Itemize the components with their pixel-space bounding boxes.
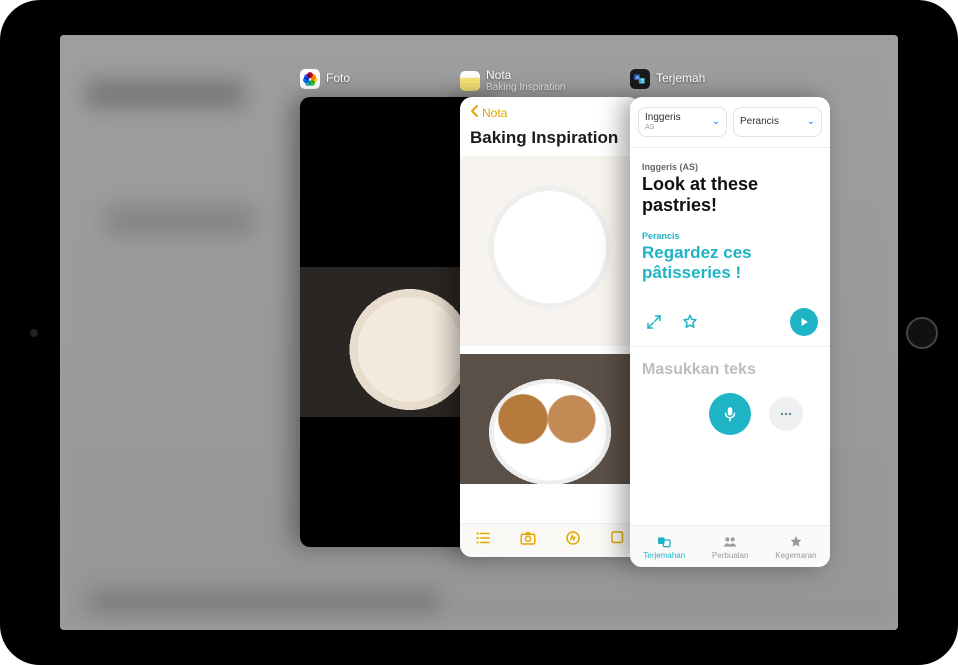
target-text: Regardez ces pâtisseries ! xyxy=(642,243,818,282)
mic-row xyxy=(630,387,830,445)
target-lang-label: Perancis xyxy=(642,231,818,241)
translate-app-icon: A文 xyxy=(630,69,650,89)
tab-translate[interactable]: Terjemahan xyxy=(643,534,685,560)
chevron-down-icon: ⌄ xyxy=(807,116,815,127)
translation-actions xyxy=(630,284,830,346)
translate-tab-bar: Terjemahan Perbualan Kegemaran xyxy=(630,525,830,567)
note-title: Baking Inspiration xyxy=(460,128,640,156)
photos-app-icon xyxy=(300,69,320,89)
notes-app-icon xyxy=(460,71,480,91)
notes-nav-bar: Nota xyxy=(460,97,640,128)
home-button[interactable] xyxy=(906,317,938,349)
language-to-label: Perancis xyxy=(740,117,779,128)
svg-text:文: 文 xyxy=(641,78,646,84)
input-placeholder: Masukkan teks xyxy=(642,361,756,378)
compose-icon[interactable] xyxy=(609,529,627,552)
tab-favorites[interactable]: Kegemaran xyxy=(775,534,816,560)
app-header-notes[interactable]: Nota Baking Inspiration xyxy=(460,69,566,93)
app-title-translate: Terjemah xyxy=(656,72,705,85)
source-lang-label: Inggeris (AS) xyxy=(642,162,818,172)
chevron-down-icon: ⌄ xyxy=(712,116,720,127)
app-subtitle-notes: Baking Inspiration xyxy=(486,82,566,93)
app-header-translate[interactable]: A文 Terjemah xyxy=(630,69,705,89)
front-camera xyxy=(30,329,38,337)
app-title-photos: Foto xyxy=(326,72,350,85)
app-header-photos[interactable]: Foto xyxy=(300,69,350,89)
source-block: Inggeris (AS) Look at these pastries! xyxy=(630,148,830,217)
ipad-frame: Foto Nota Baking Inspiration A文 Terjemah xyxy=(0,0,958,665)
checklist-icon[interactable] xyxy=(474,529,492,552)
note-image-pastries[interactable] xyxy=(460,156,640,346)
favorite-star-icon[interactable] xyxy=(678,310,702,334)
svg-text:A: A xyxy=(636,75,639,80)
tab-conversation-label: Perbualan xyxy=(712,551,748,560)
source-text[interactable]: Look at these pastries! xyxy=(642,174,818,215)
back-chevron-icon[interactable] xyxy=(470,105,480,120)
app-card-translate[interactable]: Inggeris AS ⌄ Perancis ⌄ Inggeris (AS xyxy=(630,97,830,567)
language-from-label: Inggeris xyxy=(645,113,681,124)
play-audio-button[interactable] xyxy=(790,308,818,336)
tab-favorites-label: Kegemaran xyxy=(775,551,816,560)
language-selector-row: Inggeris AS ⌄ Perancis ⌄ xyxy=(630,97,830,147)
note-image-bread[interactable] xyxy=(460,354,640,484)
translate-input[interactable]: Masukkan teks xyxy=(630,347,830,387)
camera-icon[interactable] xyxy=(519,529,537,552)
more-button[interactable] xyxy=(769,397,803,431)
language-from-region: AS xyxy=(645,124,681,131)
notes-toolbar xyxy=(460,523,640,557)
app-card-notes[interactable]: Nota Baking Inspiration xyxy=(460,97,640,557)
language-from-selector[interactable]: Inggeris AS ⌄ xyxy=(638,107,727,137)
screen: Foto Nota Baking Inspiration A文 Terjemah xyxy=(60,35,898,630)
notes-back-label[interactable]: Nota xyxy=(482,106,507,120)
tab-conversation[interactable]: Perbualan xyxy=(712,534,748,560)
language-to-selector[interactable]: Perancis ⌄ xyxy=(733,107,822,137)
markup-icon[interactable] xyxy=(564,529,582,552)
expand-icon[interactable] xyxy=(642,310,666,334)
app-switcher-stage[interactable]: Foto Nota Baking Inspiration A文 Terjemah xyxy=(60,35,898,630)
microphone-button[interactable] xyxy=(709,393,751,435)
app-title-notes: Nota xyxy=(486,69,566,82)
target-block: Perancis Regardez ces pâtisseries ! xyxy=(630,217,830,284)
tab-translate-label: Terjemahan xyxy=(643,551,685,560)
